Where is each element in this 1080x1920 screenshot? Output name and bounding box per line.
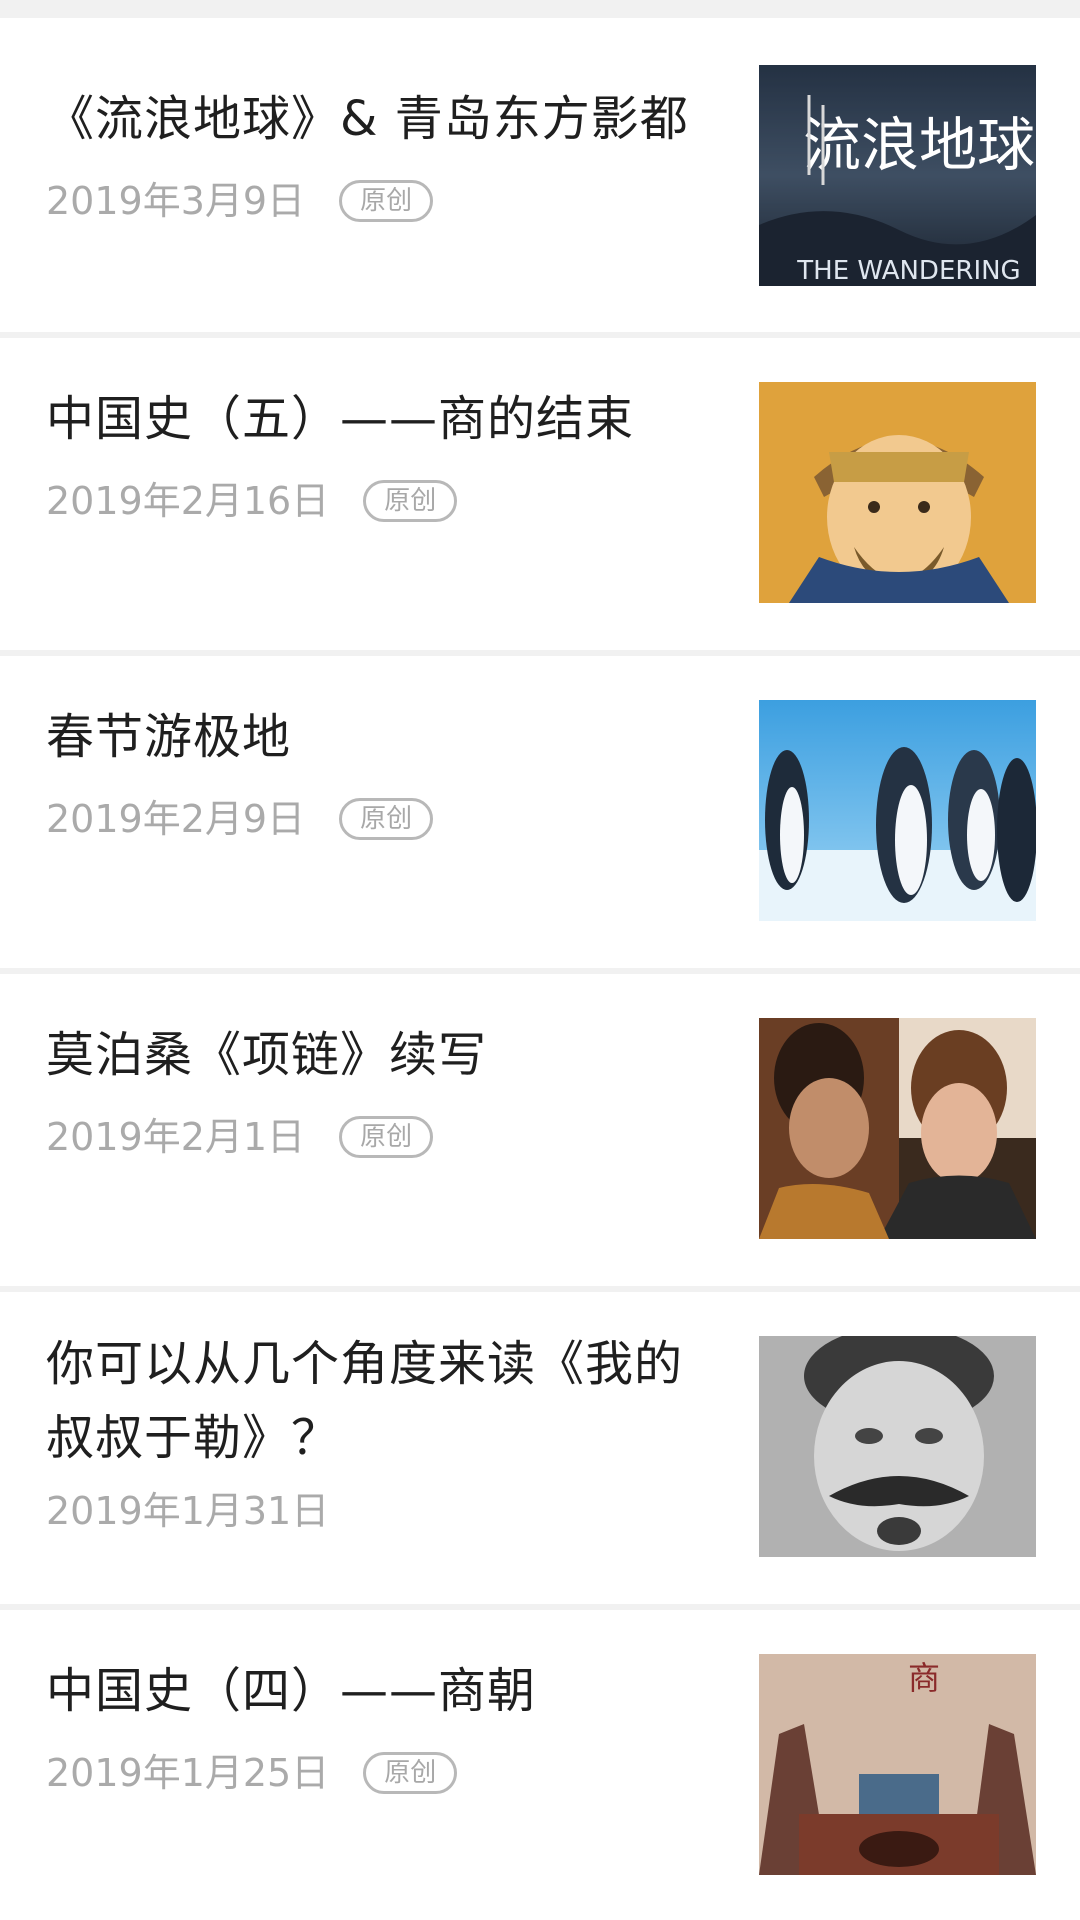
- article-date: 2019年1月25日: [46, 1751, 330, 1795]
- article-meta: 2019年1月25日 原创: [46, 1750, 458, 1796]
- article-title[interactable]: 中国史（四）——商朝: [46, 1650, 726, 1732]
- article-title[interactable]: 中国史（五）——商的结束: [46, 378, 726, 460]
- article-item[interactable]: 中国史（五）——商的结束 2019年2月16日 原创: [0, 338, 1080, 650]
- shang-painting-thumbnail[interactable]: 商: [759, 1654, 1036, 1875]
- poster-caption-text: THE WANDERING: [796, 256, 1020, 286]
- article-meta: 2019年2月16日 原创: [46, 478, 458, 524]
- article-meta: 2019年1月31日: [46, 1488, 329, 1534]
- ancient-king-thumbnail[interactable]: [759, 382, 1036, 603]
- article-date: 2019年3月9日: [46, 179, 306, 223]
- poster-title-text: 流浪地球: [803, 111, 1035, 179]
- original-badge: 原创: [363, 1752, 458, 1794]
- article-title[interactable]: 春节游极地: [46, 696, 726, 778]
- shang-character-text: 商: [908, 1659, 940, 1697]
- top-divider: [0, 0, 1080, 18]
- article-title[interactable]: 你可以从几个角度来读《我的叔叔于勒》？: [46, 1327, 726, 1475]
- article-meta: 2019年2月1日 原创: [46, 1114, 434, 1160]
- original-badge: 原创: [339, 798, 434, 840]
- article-item[interactable]: 春节游极地 2019年2月9日 原创: [0, 656, 1080, 968]
- article-meta: 2019年2月9日 原创: [46, 796, 434, 842]
- original-badge: 原创: [363, 480, 458, 522]
- article-item[interactable]: 中国史（四）——商朝 2019年1月25日 原创 商: [0, 1610, 1080, 1910]
- film-still-thumbnail[interactable]: [759, 1018, 1036, 1239]
- article-date: 2019年1月31日: [46, 1489, 330, 1533]
- article-title[interactable]: 《流浪地球》& 青岛东方影都: [46, 78, 726, 160]
- article-title[interactable]: 莫泊桑《项链》续写: [46, 1014, 726, 1096]
- article-item[interactable]: 《流浪地球》& 青岛东方影都 2019年3月9日 原创 流浪地球 THE WAN…: [0, 18, 1080, 332]
- article-date: 2019年2月9日: [46, 797, 306, 841]
- bw-portrait-thumbnail[interactable]: [759, 1336, 1036, 1557]
- article-item[interactable]: 你可以从几个角度来读《我的叔叔于勒》？ 2019年1月31日: [0, 1292, 1080, 1604]
- article-date: 2019年2月16日: [46, 479, 330, 523]
- penguins-thumbnail[interactable]: [759, 700, 1036, 921]
- original-badge: 原创: [339, 1116, 434, 1158]
- article-meta: 2019年3月9日 原创: [46, 178, 434, 224]
- article-item[interactable]: 莫泊桑《项链》续写 2019年2月1日 原创: [0, 974, 1080, 1286]
- article-date: 2019年2月1日: [46, 1115, 306, 1159]
- wandering-earth-thumbnail[interactable]: 流浪地球 THE WANDERING: [759, 65, 1036, 286]
- original-badge: 原创: [339, 180, 434, 222]
